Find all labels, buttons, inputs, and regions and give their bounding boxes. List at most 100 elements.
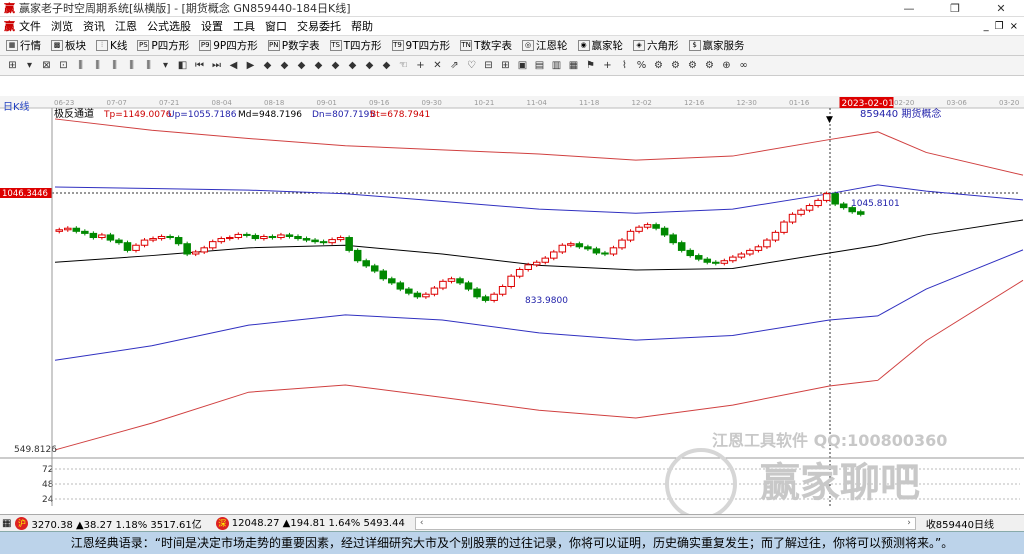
toolbar-button-3[interactable]: PS P四方形 (137, 38, 189, 53)
horizontal-scrollbar[interactable]: ‹ › (414, 516, 916, 530)
maximize-button[interactable]: ❐ (932, 2, 978, 15)
menu-item-6[interactable]: 工具 (233, 20, 255, 33)
candle (805, 205, 814, 211)
tool-icon[interactable]: ◆ (295, 59, 308, 72)
menu-item-2[interactable]: 资讯 (83, 20, 105, 33)
tool-icon[interactable]: ⚙ (669, 59, 682, 72)
tool-icon[interactable]: + (414, 59, 427, 72)
menu-item-9[interactable]: 帮助 (351, 20, 373, 33)
sh-index[interactable]: 沪 3270.38 ▲38.27 1.18% 3517.61亿 (15, 516, 202, 531)
tool-icon[interactable]: ⏭ (210, 59, 223, 72)
tool-icon[interactable]: ◆ (346, 59, 359, 72)
toolbar-button-10[interactable]: ◉ 赢家轮 (577, 38, 623, 53)
tool-icon[interactable]: ▾ (23, 59, 36, 72)
scroll-right-icon[interactable]: › (907, 518, 911, 529)
tool-icon[interactable]: + (601, 59, 614, 72)
candle (319, 241, 328, 244)
toolbar-button-0[interactable]: ▦ 行情 (6, 38, 41, 53)
tool-icon[interactable]: ⫼ (74, 59, 87, 72)
tool-icon[interactable]: ⚙ (686, 59, 699, 72)
menu-item-5[interactable]: 设置 (201, 20, 223, 33)
toolbar-icon: $ (688, 40, 701, 51)
candle (379, 270, 388, 280)
sz-index[interactable]: 深 12048.27 ▲194.81 1.64% 5493.44 (215, 516, 405, 530)
tool-icon[interactable]: ⌇ (618, 59, 631, 72)
tool-icon[interactable]: ◆ (278, 59, 291, 72)
toolbar-button-2[interactable]: ⫶ K线 (96, 38, 127, 53)
candle (132, 244, 140, 251)
param-dn: Dn=807.7195 (312, 110, 375, 120)
tool-icon[interactable]: ◆ (312, 59, 325, 72)
child-minimize-button[interactable]: _ (984, 21, 989, 32)
tool-icon[interactable]: ▤ (533, 59, 546, 72)
toolbar-button-4[interactable]: P9 9P四方形 (199, 38, 258, 53)
tool-icon[interactable]: ⊞ (6, 59, 19, 72)
tool-icon[interactable]: ◆ (363, 59, 376, 72)
toolbar-button-6[interactable]: TS T四方形 (329, 38, 382, 53)
toolbar-button-8[interactable]: TN T数字表 (460, 38, 512, 53)
toolbar-button-11[interactable]: ◈ 六角形 (633, 38, 679, 53)
tool-icon[interactable]: ◧ (176, 59, 189, 72)
menu-item-1[interactable]: 浏览 (51, 20, 73, 33)
tool-icon[interactable]: ◆ (380, 59, 393, 72)
tool-icon[interactable]: ⊞ (499, 59, 512, 72)
toolbar-button-1[interactable]: ▩ 板块 (51, 38, 86, 53)
tool-icon[interactable]: ⚑ (584, 59, 597, 72)
candle (575, 243, 584, 248)
candle (260, 235, 268, 240)
scroll-left-icon[interactable]: ‹ (420, 518, 424, 529)
tool-icon[interactable]: ⫼ (125, 59, 138, 72)
status-right: 收859440日线 (925, 519, 994, 531)
tool-icon[interactable]: ⫼ (142, 59, 155, 72)
tool-icon[interactable]: ▾ (159, 59, 172, 72)
drawing-toolbar: ⊞ ▾ ⊠ ⊡ ⫼ ⫼ ⫼ ⫼ ⫼ ▾ ◧ ⏮ ⏭ ◀ ▶ ◆ ◆ ◆ ◆ ◆ ◆ ◆ ◆ ☜ + ✕ ⇗ ♡ ⊟ ⊞ ▣ ▤ ▥ ▦ ⚑ + ⌇% ⚙ ⚙… (0, 56, 1024, 76)
toolbar-icon: TN (460, 40, 473, 51)
tool-icon[interactable]: ⊕ (720, 59, 733, 72)
tool-icon[interactable]: ▣ (516, 59, 529, 72)
minimize-button[interactable]: — (886, 2, 932, 15)
tool-icon[interactable]: ⚙ (652, 59, 665, 72)
toolbar-button-7[interactable]: T9 9T四方形 (391, 38, 450, 53)
menu-item-0[interactable]: 文件 (19, 20, 41, 33)
tool-icon[interactable]: ✕ (431, 59, 444, 72)
tool-icon[interactable]: ◆ (261, 59, 274, 72)
tool-icon[interactable]: ▥ (550, 59, 563, 72)
menu-item-7[interactable]: 窗口 (265, 20, 287, 33)
tool-icon[interactable]: ⊡ (57, 59, 70, 72)
toolbar-button-9[interactable]: ◎ 江恩轮 (522, 38, 568, 53)
menu-item-3[interactable]: 江恩 (115, 20, 137, 33)
candle (584, 246, 592, 250)
candle (140, 239, 149, 246)
tool-icon[interactable]: ♡ (465, 59, 478, 72)
tool-icon[interactable]: ▶ (244, 59, 257, 72)
child-close-button[interactable]: × (1010, 21, 1018, 32)
tool-icon[interactable]: % (635, 59, 648, 72)
tool-icon[interactable]: ⫼ (91, 59, 104, 72)
tool-icon[interactable]: ⚙ (703, 59, 716, 72)
candle (524, 264, 532, 270)
tool-icon[interactable]: ⊟ (482, 59, 495, 72)
tool-icon[interactable]: ∞ (737, 59, 750, 72)
tool-icon[interactable]: ⏮ (193, 59, 206, 72)
date-tick: 12-30 (737, 99, 757, 107)
candle (456, 278, 464, 284)
candle (328, 239, 336, 244)
child-restore-button[interactable]: ❐ (995, 21, 1004, 32)
toolbar-button-5[interactable]: PN P数字表 (267, 38, 320, 53)
tool-icon[interactable]: ⊠ (40, 59, 53, 72)
toolbar-button-12[interactable]: $ 赢家服务 (688, 38, 745, 53)
tool-icon[interactable]: ⇗ (448, 59, 461, 72)
candle (737, 253, 746, 258)
app-logo-icon: 赢 (4, 20, 15, 33)
tool-icon[interactable]: ▦ (567, 59, 580, 72)
toolbar-label: 9P四方形 (213, 40, 258, 52)
grid-icon[interactable]: ▦ (2, 518, 11, 529)
menu-item-8[interactable]: 交易委托 (297, 20, 341, 33)
tool-icon[interactable]: ◆ (329, 59, 342, 72)
tool-icon[interactable]: ☜ (397, 59, 410, 72)
tool-icon[interactable]: ⫼ (108, 59, 121, 72)
tool-icon[interactable]: ◀ (227, 59, 240, 72)
watermark-seal-icon (665, 448, 737, 520)
menu-item-4[interactable]: 公式选股 (147, 20, 191, 33)
close-button[interactable]: ✕ (978, 2, 1024, 15)
